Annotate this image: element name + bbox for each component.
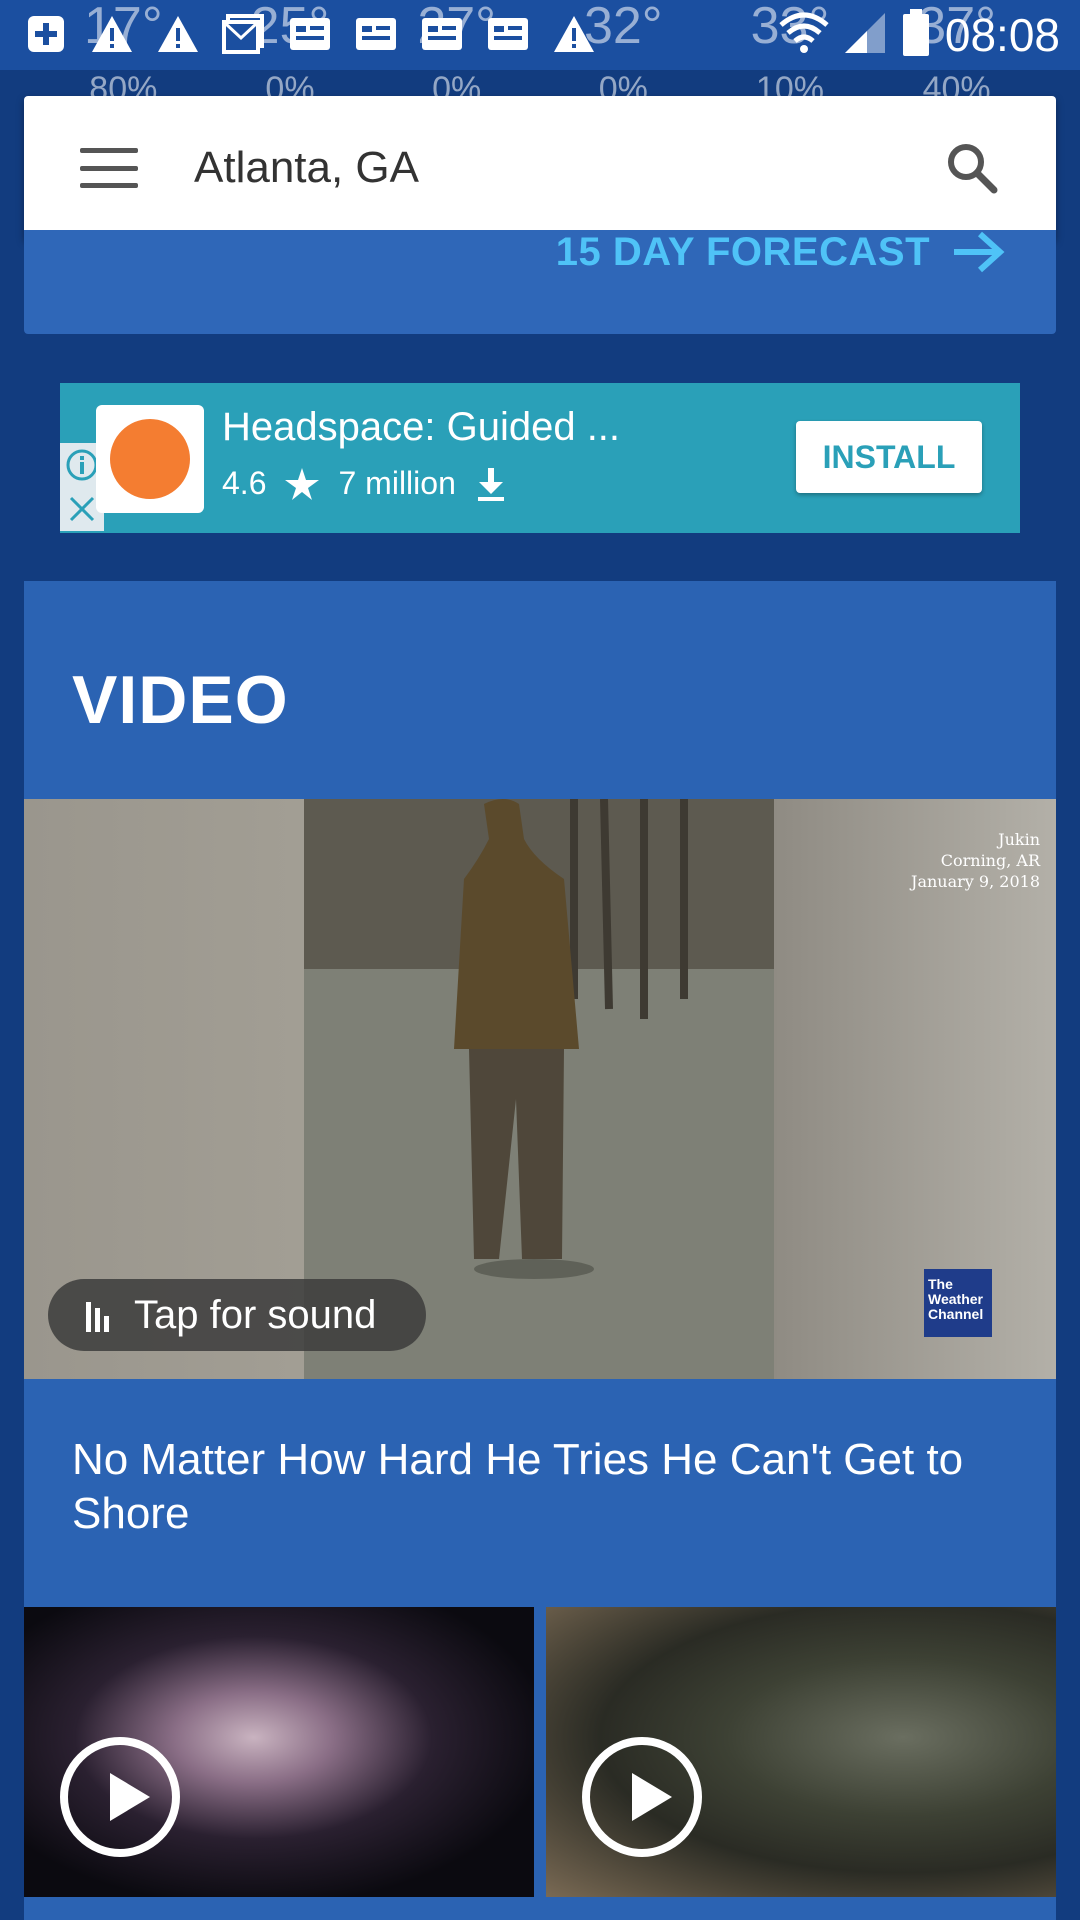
play-icon[interactable]: [60, 1737, 180, 1857]
app-logo[interactable]: [96, 405, 204, 513]
sound-bars-icon: [86, 1302, 109, 1332]
signal-icon: [843, 11, 887, 60]
clock: 08:08: [944, 9, 1060, 61]
alert-icon: [550, 10, 598, 58]
battery-icon: [901, 8, 931, 62]
status-bar: 17° 80% 25° 0% 27° 0% 32° 0% 33° 10% 37°…: [0, 0, 1080, 108]
play-icon[interactable]: [582, 1737, 702, 1857]
video-thumbnails: [24, 1607, 1056, 1897]
ad-downloads: 7 million: [338, 465, 456, 501]
fifteen-day-forecast-link[interactable]: 15 DAY FORECAST: [556, 230, 1006, 274]
tap-for-sound-button[interactable]: Tap for sound: [48, 1279, 426, 1351]
section-title: VIDEO: [72, 662, 289, 738]
weather-channel-logo: The Weather Channel: [924, 1269, 992, 1337]
ad-rating: 4.6: [222, 465, 267, 501]
alert-icon: [154, 10, 202, 58]
card-icon: [286, 10, 334, 58]
ad-app-meta: 4.6 7 million: [222, 465, 508, 502]
card-icon: [352, 10, 400, 58]
notification-icons: [22, 10, 598, 58]
card-icon: [484, 10, 532, 58]
card-icon: [418, 10, 466, 58]
video-title[interactable]: No Matter How Hard He Tries He Can't Get…: [72, 1433, 1012, 1541]
location-label[interactable]: Atlanta, GA: [194, 143, 942, 193]
location-search-bar[interactable]: Atlanta, GA: [24, 96, 1056, 240]
video-credit: Jukin Corning, AR January 9, 2018: [911, 830, 1040, 891]
video-player[interactable]: Jukin Corning, AR January 9, 2018 The We…: [24, 799, 1056, 1379]
star-icon: [285, 467, 320, 500]
download-icon: [477, 467, 504, 501]
arrow-right-icon: [954, 231, 1005, 273]
add-icon: [22, 10, 70, 58]
alert-icon: [88, 10, 136, 58]
video-thumbnail[interactable]: [546, 1607, 1056, 1897]
video-thumbnail[interactable]: [24, 1607, 534, 1897]
ad-banner[interactable]: Headspace: Guided ... 4.6 7 million INST…: [60, 383, 1020, 533]
search-icon[interactable]: [942, 138, 1002, 198]
hamburger-menu-icon[interactable]: [80, 148, 138, 188]
video-section: VIDEO Jukin Corning, AR January 9, 2018 …: [24, 581, 1056, 1920]
ad-app-title[interactable]: Headspace: Guided ...: [222, 405, 620, 450]
tap-for-sound-label: Tap for sound: [134, 1292, 377, 1337]
wifi-icon: [779, 11, 829, 60]
system-status: 08:08: [779, 8, 1060, 62]
forecast-card: 15 DAY FORECAST: [24, 230, 1056, 334]
install-button[interactable]: INSTALL: [796, 421, 982, 493]
mail-icon: [220, 10, 268, 58]
forecast-link-label: 15 DAY FORECAST: [555, 229, 930, 274]
